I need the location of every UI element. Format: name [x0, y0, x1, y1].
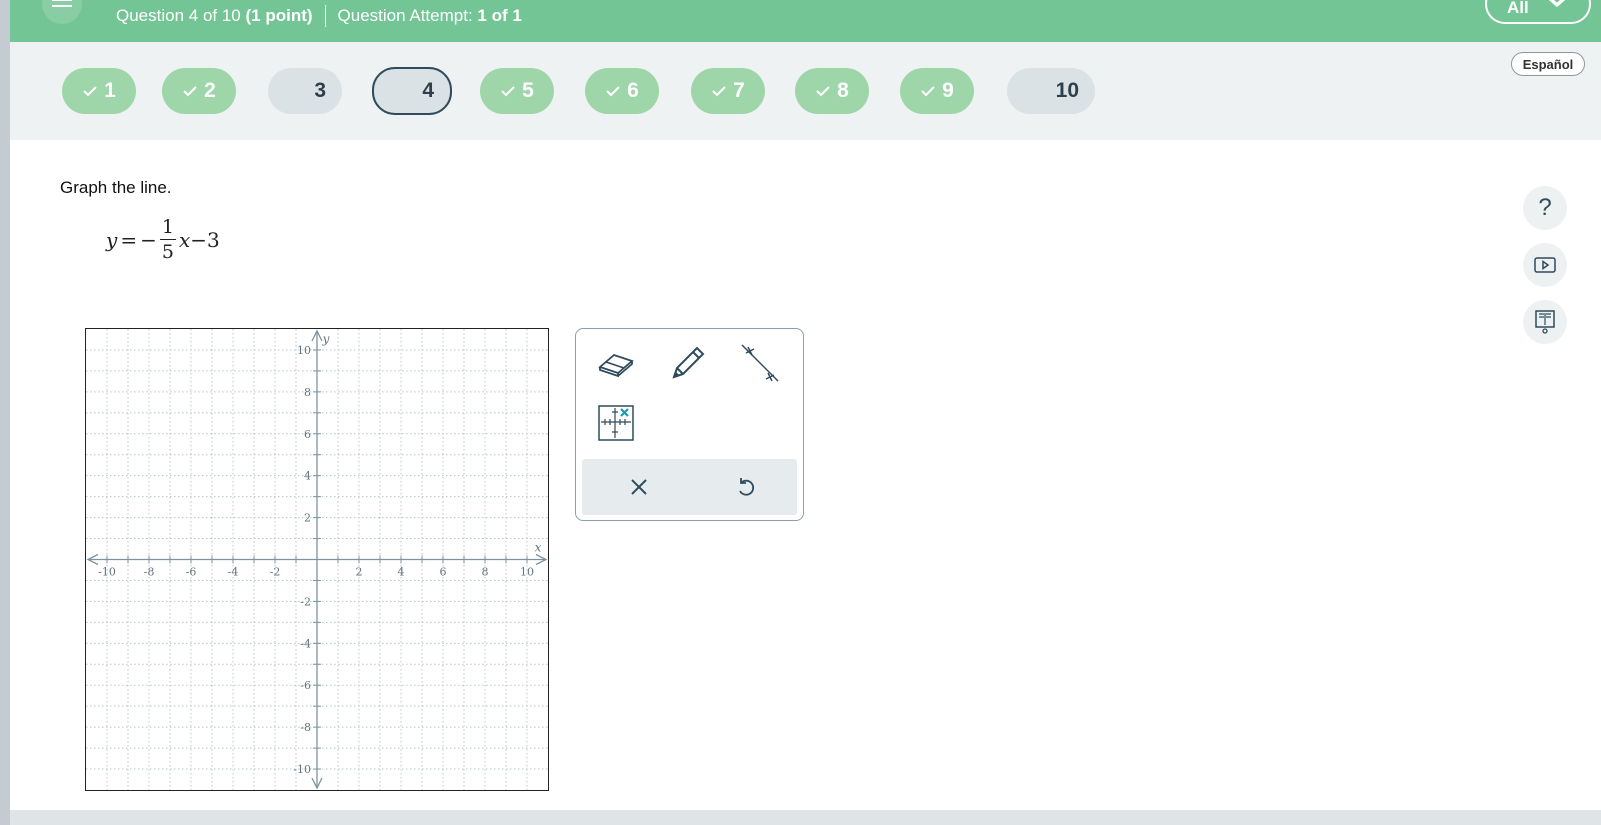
y-tick-label: 2 — [304, 512, 311, 525]
language-toggle-button[interactable]: Español — [1511, 52, 1585, 76]
question-pill-1[interactable]: 1 — [62, 68, 136, 114]
question-pill-label: 5 — [522, 79, 534, 102]
pencil-icon — [672, 346, 705, 379]
attempt-value: 1 of 1 — [477, 6, 522, 25]
y-tick-label: 6 — [304, 428, 311, 441]
filter-label: All — [1507, 0, 1529, 17]
question-navigator: 1 2 3 4 5 6 7 8 9 10 — [10, 42, 1601, 140]
eraser-tool[interactable] — [592, 341, 640, 385]
check-icon — [501, 86, 515, 97]
question-pill-label: 7 — [733, 79, 745, 102]
undo-button[interactable] — [724, 465, 768, 509]
header-bar: Question 4 of 10 (1 point) Question Atte… — [10, 0, 1601, 42]
graph-point-tool[interactable] — [592, 401, 640, 445]
y-tick-label: -10 — [293, 763, 311, 776]
check-icon — [606, 86, 620, 97]
x-tick-label: -2 — [270, 566, 281, 579]
question-pill-4[interactable]: 4 — [372, 67, 452, 115]
question-prefix: Question 4 of 10 — [116, 6, 241, 25]
question-pill-8[interactable]: 8 — [795, 68, 869, 114]
x-tick-label: 6 — [440, 566, 447, 579]
x-tick-label: -4 — [228, 566, 239, 579]
y-axis-label: y — [322, 332, 330, 346]
header-divider — [324, 5, 326, 27]
y-tick-label: 8 — [304, 386, 311, 399]
y-tick-label: 4 — [304, 470, 311, 483]
equation-lhs: y — [106, 228, 118, 252]
question-pill-3[interactable]: 3 — [268, 68, 342, 114]
question-pill-label: 6 — [627, 79, 639, 102]
graph-point-icon — [598, 405, 634, 441]
y-tick-label: -8 — [300, 721, 311, 734]
help-button[interactable]: ? — [1523, 186, 1567, 230]
y-tick-label: -6 — [300, 679, 311, 692]
question-info: Question 4 of 10 (1 point) Question Atte… — [116, 5, 522, 27]
video-icon — [1534, 257, 1556, 273]
undo-icon — [739, 478, 755, 496]
clear-icon — [631, 479, 647, 495]
equation-variable: x — [178, 228, 191, 252]
video-button[interactable] — [1523, 243, 1567, 287]
coordinate-graph[interactable]: -10 -8 -6 -4 -2 2 4 6 8 10 10 8 6 4 2 -2 -4 -6 -8 -10 x y — [85, 328, 549, 791]
y-tick-label: 10 — [297, 344, 311, 357]
question-pill-2[interactable]: 2 — [162, 68, 236, 114]
textbook-icon — [1535, 310, 1555, 334]
line-tool-icon — [741, 344, 779, 382]
question-pill-label: 2 — [204, 79, 216, 102]
check-icon — [183, 86, 197, 97]
x-tick-label: 10 — [520, 566, 534, 579]
equation-equals: = — [120, 228, 138, 252]
pencil-tool[interactable] — [664, 341, 712, 385]
x-tick-label: -6 — [186, 566, 197, 579]
fraction-denominator: 5 — [161, 241, 174, 263]
question-pill-7[interactable]: 7 — [691, 68, 765, 114]
graph-canvas[interactable]: -10 -8 -6 -4 -2 2 4 6 8 10 10 8 6 4 2 -2 -4 -6 -8 -10 x y — [86, 329, 548, 790]
x-tick-label: 4 — [398, 566, 405, 579]
line-tool[interactable] — [736, 341, 784, 385]
x-tick-label: 8 — [482, 566, 489, 579]
graphing-toolbox — [575, 328, 804, 521]
chevron-down-icon — [1548, 0, 1566, 7]
hamburger-icon — [52, 0, 72, 1]
question-prompt: Graph the line. — [60, 178, 172, 197]
textbook-button[interactable] — [1523, 300, 1567, 344]
equation-fraction: 1 5 — [159, 216, 176, 263]
question-pill-6[interactable]: 6 — [585, 68, 659, 114]
question-pill-label: 9 — [942, 79, 954, 102]
equation: y = − 1 5 x −3 — [106, 218, 220, 262]
check-icon — [83, 86, 97, 97]
eraser-icon — [598, 353, 634, 378]
question-points: (1 point) — [245, 6, 313, 25]
clear-button[interactable] — [617, 465, 661, 509]
question-pill-5[interactable]: 5 — [480, 68, 554, 114]
question-pill-label: 1 — [104, 79, 116, 102]
equation-constant: −3 — [190, 228, 220, 252]
window-edge — [0, 0, 10, 825]
question-pill-label: 4 — [422, 79, 434, 102]
x-tick-label: -10 — [98, 566, 116, 579]
question-pill-label: 3 — [314, 79, 326, 102]
check-icon — [921, 86, 935, 97]
question-filter-dropdown[interactable]: All — [1485, 0, 1591, 24]
y-tick-label: -4 — [300, 637, 311, 650]
question-pill-label: 8 — [837, 79, 849, 102]
attempt-prefix: Question Attempt: — [337, 6, 473, 25]
menu-button[interactable] — [42, 0, 82, 24]
toolbox-actions — [582, 459, 797, 515]
equation-minus: − — [140, 228, 157, 252]
x-tick-label: 2 — [356, 566, 363, 579]
fraction-numerator: 1 — [159, 216, 176, 240]
question-pill-10[interactable]: 10 — [1007, 68, 1095, 114]
check-icon — [816, 86, 830, 97]
y-tick-label: -2 — [300, 595, 311, 608]
footer-bar — [10, 810, 1601, 825]
help-icon: ? — [1538, 194, 1552, 221]
x-axis-label: x — [535, 541, 542, 555]
check-icon — [712, 86, 726, 97]
question-pill-label: 10 — [1055, 79, 1079, 102]
x-tick-label: -8 — [144, 566, 155, 579]
hamburger-icon-line — [52, 5, 72, 7]
question-pill-9[interactable]: 9 — [900, 68, 974, 114]
